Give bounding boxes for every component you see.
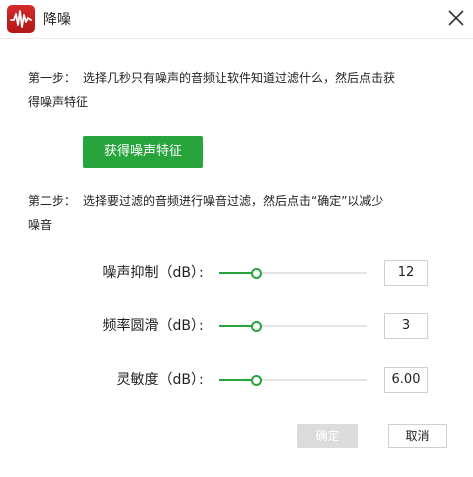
sensitivity-slider[interactable] [219, 375, 367, 386]
step1-text-line2: 得噪声特征 [28, 95, 89, 109]
frequency-smoothing-colon: : [199, 318, 204, 334]
waveform-icon [7, 5, 35, 33]
frequency-smoothing-slider-thumb[interactable] [251, 321, 262, 332]
cancel-button[interactable]: 取消 [388, 424, 447, 448]
sensitivity-colon: : [199, 372, 204, 388]
frequency-smoothing-label: 频率圆滑（dB） [102, 318, 206, 334]
confirm-button[interactable]: 确定 [297, 424, 358, 448]
frequency-smoothing-input[interactable]: 3 [384, 313, 428, 339]
sensitivity-slider-thumb[interactable] [251, 375, 262, 386]
sensitivity-label: 灵敏度（dB） [116, 372, 206, 388]
step2-label: 第二步： [28, 194, 77, 208]
frequency-smoothing-row: 频率圆滑（dB） : 3 [0, 313, 473, 339]
window-title: 降噪 [43, 12, 71, 28]
get-noise-profile-button[interactable]: 获得噪声特征 [83, 136, 203, 168]
step1-text: 选择几秒只有噪声的音频让软件知道过滤什么，然后点击获 得噪声特征 [28, 66, 458, 109]
step1-label: 第一步： [28, 71, 77, 85]
noise-suppression-row: 噪声抑制（dB） : 12 [0, 260, 473, 286]
title-bar: 降噪 [0, 0, 473, 39]
sensitivity-row: 灵敏度（dB） : 6.00 [0, 367, 473, 393]
noise-reduction-dialog: 降噪 第一步： 选择几秒只有噪声的音频让软件知道过滤什么，然后点击获 得噪声特征… [0, 0, 473, 477]
step2-text-line2: 噪音 [28, 218, 53, 232]
noise-suppression-slider-thumb[interactable] [251, 268, 262, 279]
noise-suppression-slider[interactable] [219, 268, 367, 279]
step2-text-line1: 选择要过滤的音频进行噪音过滤，然后点击“确定”以减少 [83, 194, 384, 208]
close-icon[interactable] [445, 7, 467, 29]
sensitivity-input[interactable]: 6.00 [384, 367, 428, 393]
noise-suppression-label: 噪声抑制（dB） [102, 265, 206, 281]
frequency-smoothing-slider[interactable] [219, 321, 367, 332]
step1-text-line1: 选择几秒只有噪声的音频让软件知道过滤什么，然后点击获 [83, 71, 396, 85]
noise-suppression-input[interactable]: 12 [384, 260, 428, 286]
noise-suppression-colon: : [199, 265, 204, 281]
step2-text: 选择要过滤的音频进行噪音过滤，然后点击“确定”以减少 噪音 [28, 189, 458, 232]
